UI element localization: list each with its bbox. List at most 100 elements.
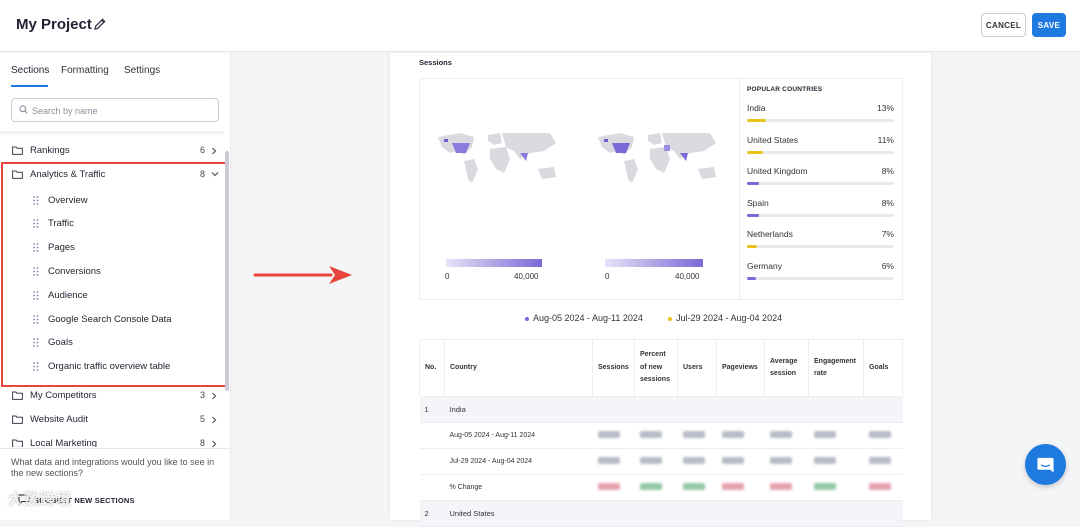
country-name: United States [747, 134, 799, 145]
row-no: 2 [419, 500, 445, 527]
section-count: 6 [200, 145, 206, 155]
blurred-value [813, 483, 836, 490]
section-label: Website Audit [30, 414, 88, 425]
country-name: Netherlands [747, 229, 793, 240]
country-percent: 6% [881, 261, 894, 271]
save-button[interactable]: SAVE [1032, 13, 1066, 37]
map-legend-gradient [605, 259, 703, 267]
row-country: United States [444, 500, 903, 527]
blurred-value [868, 483, 891, 490]
cancel-button[interactable]: CANCEL [981, 13, 1026, 37]
chat-support-button[interactable] [1025, 444, 1066, 485]
table-row: % Change [419, 474, 903, 501]
watermark-text: 大数跨境 [8, 491, 73, 508]
period-dot [525, 316, 529, 321]
tab-formatting[interactable]: Formatting [61, 65, 109, 76]
popular-countries-title: POPULAR COUNTRIES [747, 86, 823, 93]
country-row: Netherlands 7% [747, 229, 894, 257]
blurred-value [597, 431, 620, 438]
blurred-value [639, 483, 662, 490]
section-rankings[interactable]: Rankings 6 [0, 140, 224, 162]
country-bar-track [747, 245, 894, 249]
highlight-frame [1, 162, 227, 387]
folder-icon [12, 439, 23, 447]
search-icon [19, 105, 28, 114]
period-legend: Aug-05 2024 - Aug-11 2024 Jul-29 2024 - … [525, 313, 825, 327]
country-percent: 7% [881, 229, 894, 240]
country-row: India 13% [747, 103, 894, 131]
col-goals: Goals [863, 339, 903, 397]
country-name: Germany [747, 261, 782, 271]
row-no: 1 [419, 396, 445, 423]
country-percent: 8% [881, 197, 894, 208]
project-title: My Project [16, 16, 92, 33]
row-country: India [444, 396, 903, 423]
section-count: 8 [200, 438, 206, 447]
blurred-value [682, 431, 705, 438]
blurred-value [868, 431, 891, 438]
country-name: Spain [747, 197, 769, 208]
chevron-right-icon[interactable] [211, 147, 217, 155]
section-label: My Competitors [30, 390, 97, 401]
country-name: United Kingdom [747, 166, 808, 177]
chat-bubble-icon [1037, 457, 1054, 473]
sessions-widget: 0 40,000 0 40,000 POPULAR COUNTRIES Indi… [419, 78, 903, 300]
chevron-right-icon[interactable] [211, 416, 217, 424]
map-legend-min: 0 [445, 272, 450, 281]
row-period: Aug-05 2024 - Aug-11 2024 [444, 422, 593, 449]
blurred-value [721, 431, 744, 438]
col-country: Country [444, 339, 593, 397]
blurred-value [597, 483, 620, 490]
section-local-marketing[interactable]: Local Marketing 8 [0, 433, 224, 447]
period-legend-current: Aug-05 2024 - Aug-11 2024 [525, 313, 643, 323]
search-box[interactable] [11, 98, 219, 122]
period-legend-previous: Jul-29 2024 - Aug-04 2024 [668, 313, 782, 323]
popular-countries-panel: POPULAR COUNTRIES India 13% United States 1… [739, 79, 903, 300]
report-preview: Sessions 0 40,000 0 40,000 POPULAR COUNT… [390, 53, 931, 527]
col-percent-new-sessions: Percent of new sessions [634, 339, 678, 397]
tab-sections[interactable]: Sections [11, 65, 49, 76]
country-row: United States 11% [747, 135, 894, 163]
folder-icon [12, 391, 23, 400]
country-bar-fill [747, 213, 759, 217]
section-website-audit[interactable]: Website Audit 5 [0, 409, 224, 431]
country-bar-track [747, 119, 894, 122]
top-bar: My Project CANCEL SAVE [0, 0, 1080, 52]
col-engagement-rate: Engagement rate [808, 339, 864, 397]
folder-icon [12, 415, 23, 424]
blurred-value [813, 457, 836, 464]
col-pageviews: Pageviews [716, 339, 765, 397]
table-row: 2 United States [419, 500, 903, 527]
suggest-question: What data and integrations would you lik… [11, 457, 215, 478]
blurred-value [682, 457, 705, 464]
world-map-current [438, 133, 556, 183]
sidebar-scrollbar[interactable] [225, 151, 229, 391]
world-map-previous [598, 133, 716, 183]
country-percent: 8% [881, 166, 894, 177]
suggest-panel: What data and integrations would you lik… [0, 448, 230, 520]
table-row: Jul-29 2024 - Aug-04 2024 [419, 448, 903, 475]
blurred-value [639, 431, 662, 438]
table-row: Aug-05 2024 - Aug-11 2024 [419, 422, 903, 449]
period-dot [668, 316, 672, 321]
sessions-title: Sessions [419, 58, 452, 67]
chevron-right-icon[interactable] [211, 440, 217, 447]
blurred-value [769, 483, 792, 490]
col-no: No. [419, 339, 445, 397]
pencil-edit-icon[interactable] [93, 17, 107, 31]
chevron-right-icon[interactable] [211, 392, 217, 400]
section-my-competitors[interactable]: My Competitors 3 [0, 385, 224, 407]
country-row: United Kingdom 8% [747, 166, 894, 194]
blurred-value [769, 431, 792, 438]
tab-settings[interactable]: Settings [124, 65, 160, 76]
section-count: 3 [200, 390, 206, 400]
search-input[interactable] [32, 102, 212, 119]
period-label: Jul-29 2024 - Aug-04 2024 [676, 313, 783, 323]
section-label: Rankings [30, 145, 70, 156]
row-change: % Change [444, 474, 593, 501]
sections-sidebar: Sections Formatting Settings Rankings 6 … [0, 53, 231, 520]
table-row: 1 India [419, 396, 903, 423]
table-header-row: No. Country Sessions Percent of new sess… [419, 339, 903, 397]
list-divider [0, 131, 224, 137]
sidebar-tabs: Sections Formatting Settings [0, 53, 230, 89]
